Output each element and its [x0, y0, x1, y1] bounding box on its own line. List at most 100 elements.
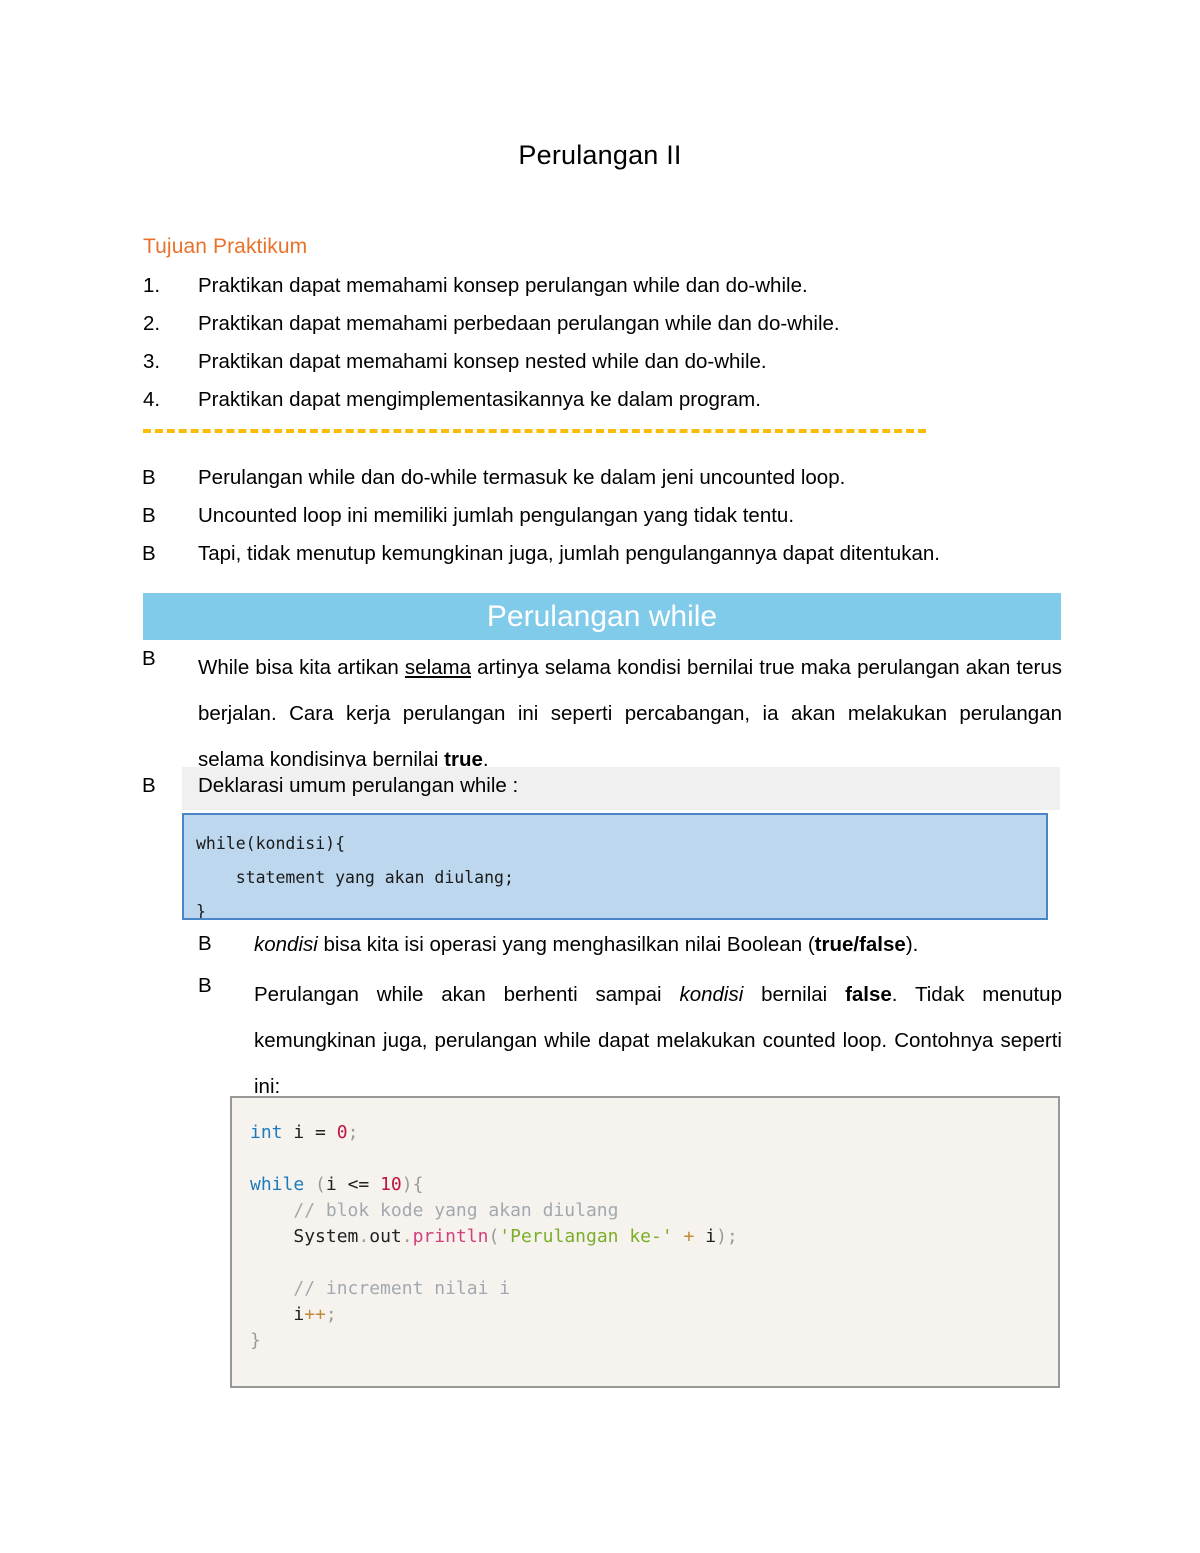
underlined-term-selama: selama	[404, 656, 472, 679]
list-item-text: Tapi, tidak menutup kemungkinan juga, ju…	[198, 542, 940, 565]
objectives-list: 1. Praktikan dapat memahami konsep perul…	[143, 272, 1063, 424]
list-item-text: Perulangan while akan berhenti sampai ko…	[254, 972, 1062, 1110]
code-token: ++	[304, 1304, 326, 1325]
list-item-text: Uncounted loop ini memiliki jumlah pengu…	[198, 504, 795, 527]
italic-term-kondisi: kondisi	[679, 983, 744, 1006]
code-token: 'Perulangan ke-'	[499, 1226, 673, 1247]
code-token: )	[401, 1174, 413, 1195]
code-line: System.out.println('Perulangan ke-' + i)…	[250, 1224, 1058, 1250]
code-token: System	[293, 1226, 359, 1247]
code-line: int i = 0;	[250, 1120, 1058, 1146]
text-segment: bernilai	[743, 983, 846, 1006]
code-token: // blok kode yang akan diulang	[293, 1200, 619, 1221]
paragraph-text: While bisa kita artikan selama artinya s…	[198, 645, 1062, 783]
paragraph-segment: While bisa kita artikan	[198, 656, 405, 679]
section-banner-label: Perulangan while	[486, 599, 718, 633]
list-item-text: Praktikan dapat memahami konsep nested w…	[198, 350, 767, 373]
list-marker: 4.	[143, 388, 161, 411]
list-item: 4. Praktikan dapat mengimplementasikanny…	[143, 386, 1063, 424]
code-token: while	[250, 1174, 305, 1195]
list-item: B Uncounted loop ini memiliki jumlah pen…	[142, 502, 1062, 540]
code-line: while (i <= 10){	[250, 1172, 1058, 1198]
bullet-marker: B	[198, 932, 212, 955]
bullet-marker: B	[198, 974, 212, 997]
list-marker: 3.	[143, 350, 161, 373]
code-token: .	[401, 1226, 413, 1247]
bold-term-true-false: true/false	[814, 933, 906, 956]
list-item-text: Perulangan while dan do-while termasuk k…	[198, 466, 846, 489]
code-token: }	[250, 1330, 261, 1351]
code-token: );	[716, 1226, 738, 1247]
document-page: Perulangan II Tujuan Praktikum 1. Prakti…	[0, 0, 1200, 1553]
list-item: 3. Praktikan dapat memahami konsep neste…	[143, 348, 1063, 386]
intro-bullet-list: B Perulangan while dan do-while termasuk…	[142, 464, 1062, 578]
code-token: <=	[347, 1174, 370, 1195]
list-marker: 1.	[143, 274, 161, 297]
code-token: i	[325, 1174, 337, 1195]
code-token: {	[412, 1174, 424, 1195]
code-token: .	[358, 1226, 370, 1247]
bullet-marker: B	[142, 774, 156, 797]
code-token: ;	[325, 1304, 337, 1325]
list-item: 1. Praktikan dapat memahami konsep perul…	[143, 272, 1063, 310]
code-token: // increment nilai i	[293, 1278, 511, 1299]
code-token: i	[293, 1304, 305, 1325]
code-line: // increment nilai i	[250, 1276, 1058, 1302]
bullet-marker: B	[142, 504, 156, 527]
code-token: out	[369, 1226, 402, 1247]
detail-bullet-list: B kondisi bisa kita isi operasi yang men…	[198, 930, 1062, 1110]
text-segment: Perulangan while akan berhenti sampai	[254, 983, 680, 1006]
while-explanation-paragraph: B While bisa kita artikan selama artinya…	[142, 645, 1062, 783]
list-item-text: Praktikan dapat memahami perbedaan perul…	[198, 312, 840, 335]
code-token: =	[315, 1122, 326, 1143]
paragraph-row: B While bisa kita artikan selama artinya…	[142, 645, 1062, 783]
list-item: 2. Praktikan dapat memahami perbedaan pe…	[143, 310, 1063, 348]
page-title: Perulangan II	[518, 140, 682, 170]
code-token: println	[412, 1226, 489, 1247]
code-token: (	[304, 1174, 326, 1195]
code-token: i	[282, 1122, 316, 1143]
bullet-marker: B	[142, 466, 156, 489]
deklarasi-text: Deklarasi umum perulangan while :	[198, 774, 519, 797]
section-banner-perulangan-while: Perulangan while	[143, 593, 1061, 640]
list-item: B kondisi bisa kita isi operasi yang men…	[198, 930, 1062, 972]
dashed-divider	[143, 429, 926, 433]
list-item: B Perulangan while akan berhenti sampai …	[198, 972, 1062, 1110]
bullet-marker: B	[142, 542, 156, 565]
code-token: 10	[380, 1174, 402, 1195]
list-item: B Perulangan while dan do-while termasuk…	[142, 464, 1062, 502]
code-block-while-example: int i = 0; while (i <= 10){ // blok kode…	[230, 1096, 1060, 1388]
italic-term-kondisi: kondisi	[254, 933, 318, 956]
deklarasi-row: B Deklarasi umum perulangan while :	[142, 772, 1062, 800]
text-segment: bisa kita isi operasi yang menghasilkan …	[317, 933, 815, 956]
code-line: // blok kode yang akan diulang	[250, 1198, 1058, 1224]
code-token: ;	[347, 1122, 359, 1143]
list-item-text: Praktikan dapat memahami konsep perulang…	[198, 274, 808, 297]
code-block-while-declaration: while(kondisi){ statement yang akan diul…	[182, 813, 1048, 920]
bullet-marker: B	[142, 647, 156, 670]
list-item: B Tapi, tidak menutup kemungkinan juga, …	[142, 540, 1062, 578]
code-token: 0	[336, 1122, 348, 1143]
list-marker: 2.	[143, 312, 161, 335]
text-segment: ).	[905, 933, 919, 956]
list-item-text: Praktikan dapat mengimplementasikannya k…	[198, 388, 761, 411]
code-token: (	[488, 1226, 500, 1247]
bold-term-false: false	[845, 983, 892, 1006]
code-line: i++;	[250, 1302, 1058, 1328]
code-token: +	[683, 1226, 695, 1247]
code-token: int	[250, 1122, 283, 1143]
section-heading-tujuan-praktikum: Tujuan Praktikum	[143, 235, 308, 258]
code-line: }	[250, 1328, 1058, 1354]
list-item-text: kondisi bisa kita isi operasi yang mengh…	[254, 930, 1062, 960]
code-token: i	[694, 1226, 717, 1247]
